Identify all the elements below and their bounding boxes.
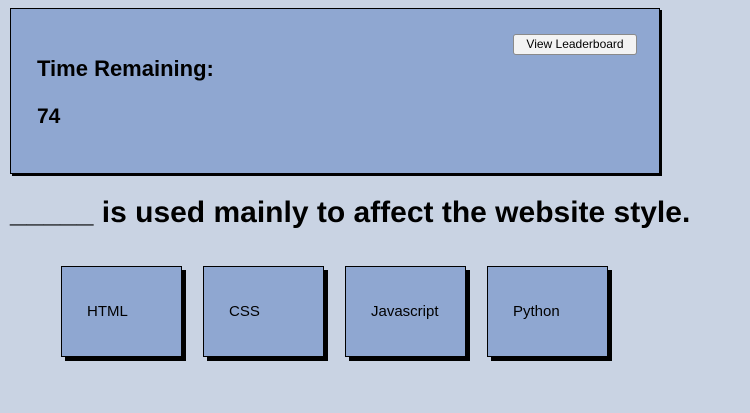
time-remaining-value: 74 [37,105,61,128]
answer-choice-html[interactable]: HTML [61,266,182,357]
answer-choice-python[interactable]: Python [487,266,608,357]
answer-choice-css[interactable]: CSS [203,266,324,357]
view-leaderboard-button[interactable]: View Leaderboard [513,34,637,55]
question-text: _____ is used mainly to affect the websi… [10,196,691,229]
time-remaining-label: Time Remaining: [37,56,214,81]
answer-choice-javascript[interactable]: Javascript [345,266,466,357]
timer-panel: View Leaderboard Time Remaining: 74 [10,8,660,174]
